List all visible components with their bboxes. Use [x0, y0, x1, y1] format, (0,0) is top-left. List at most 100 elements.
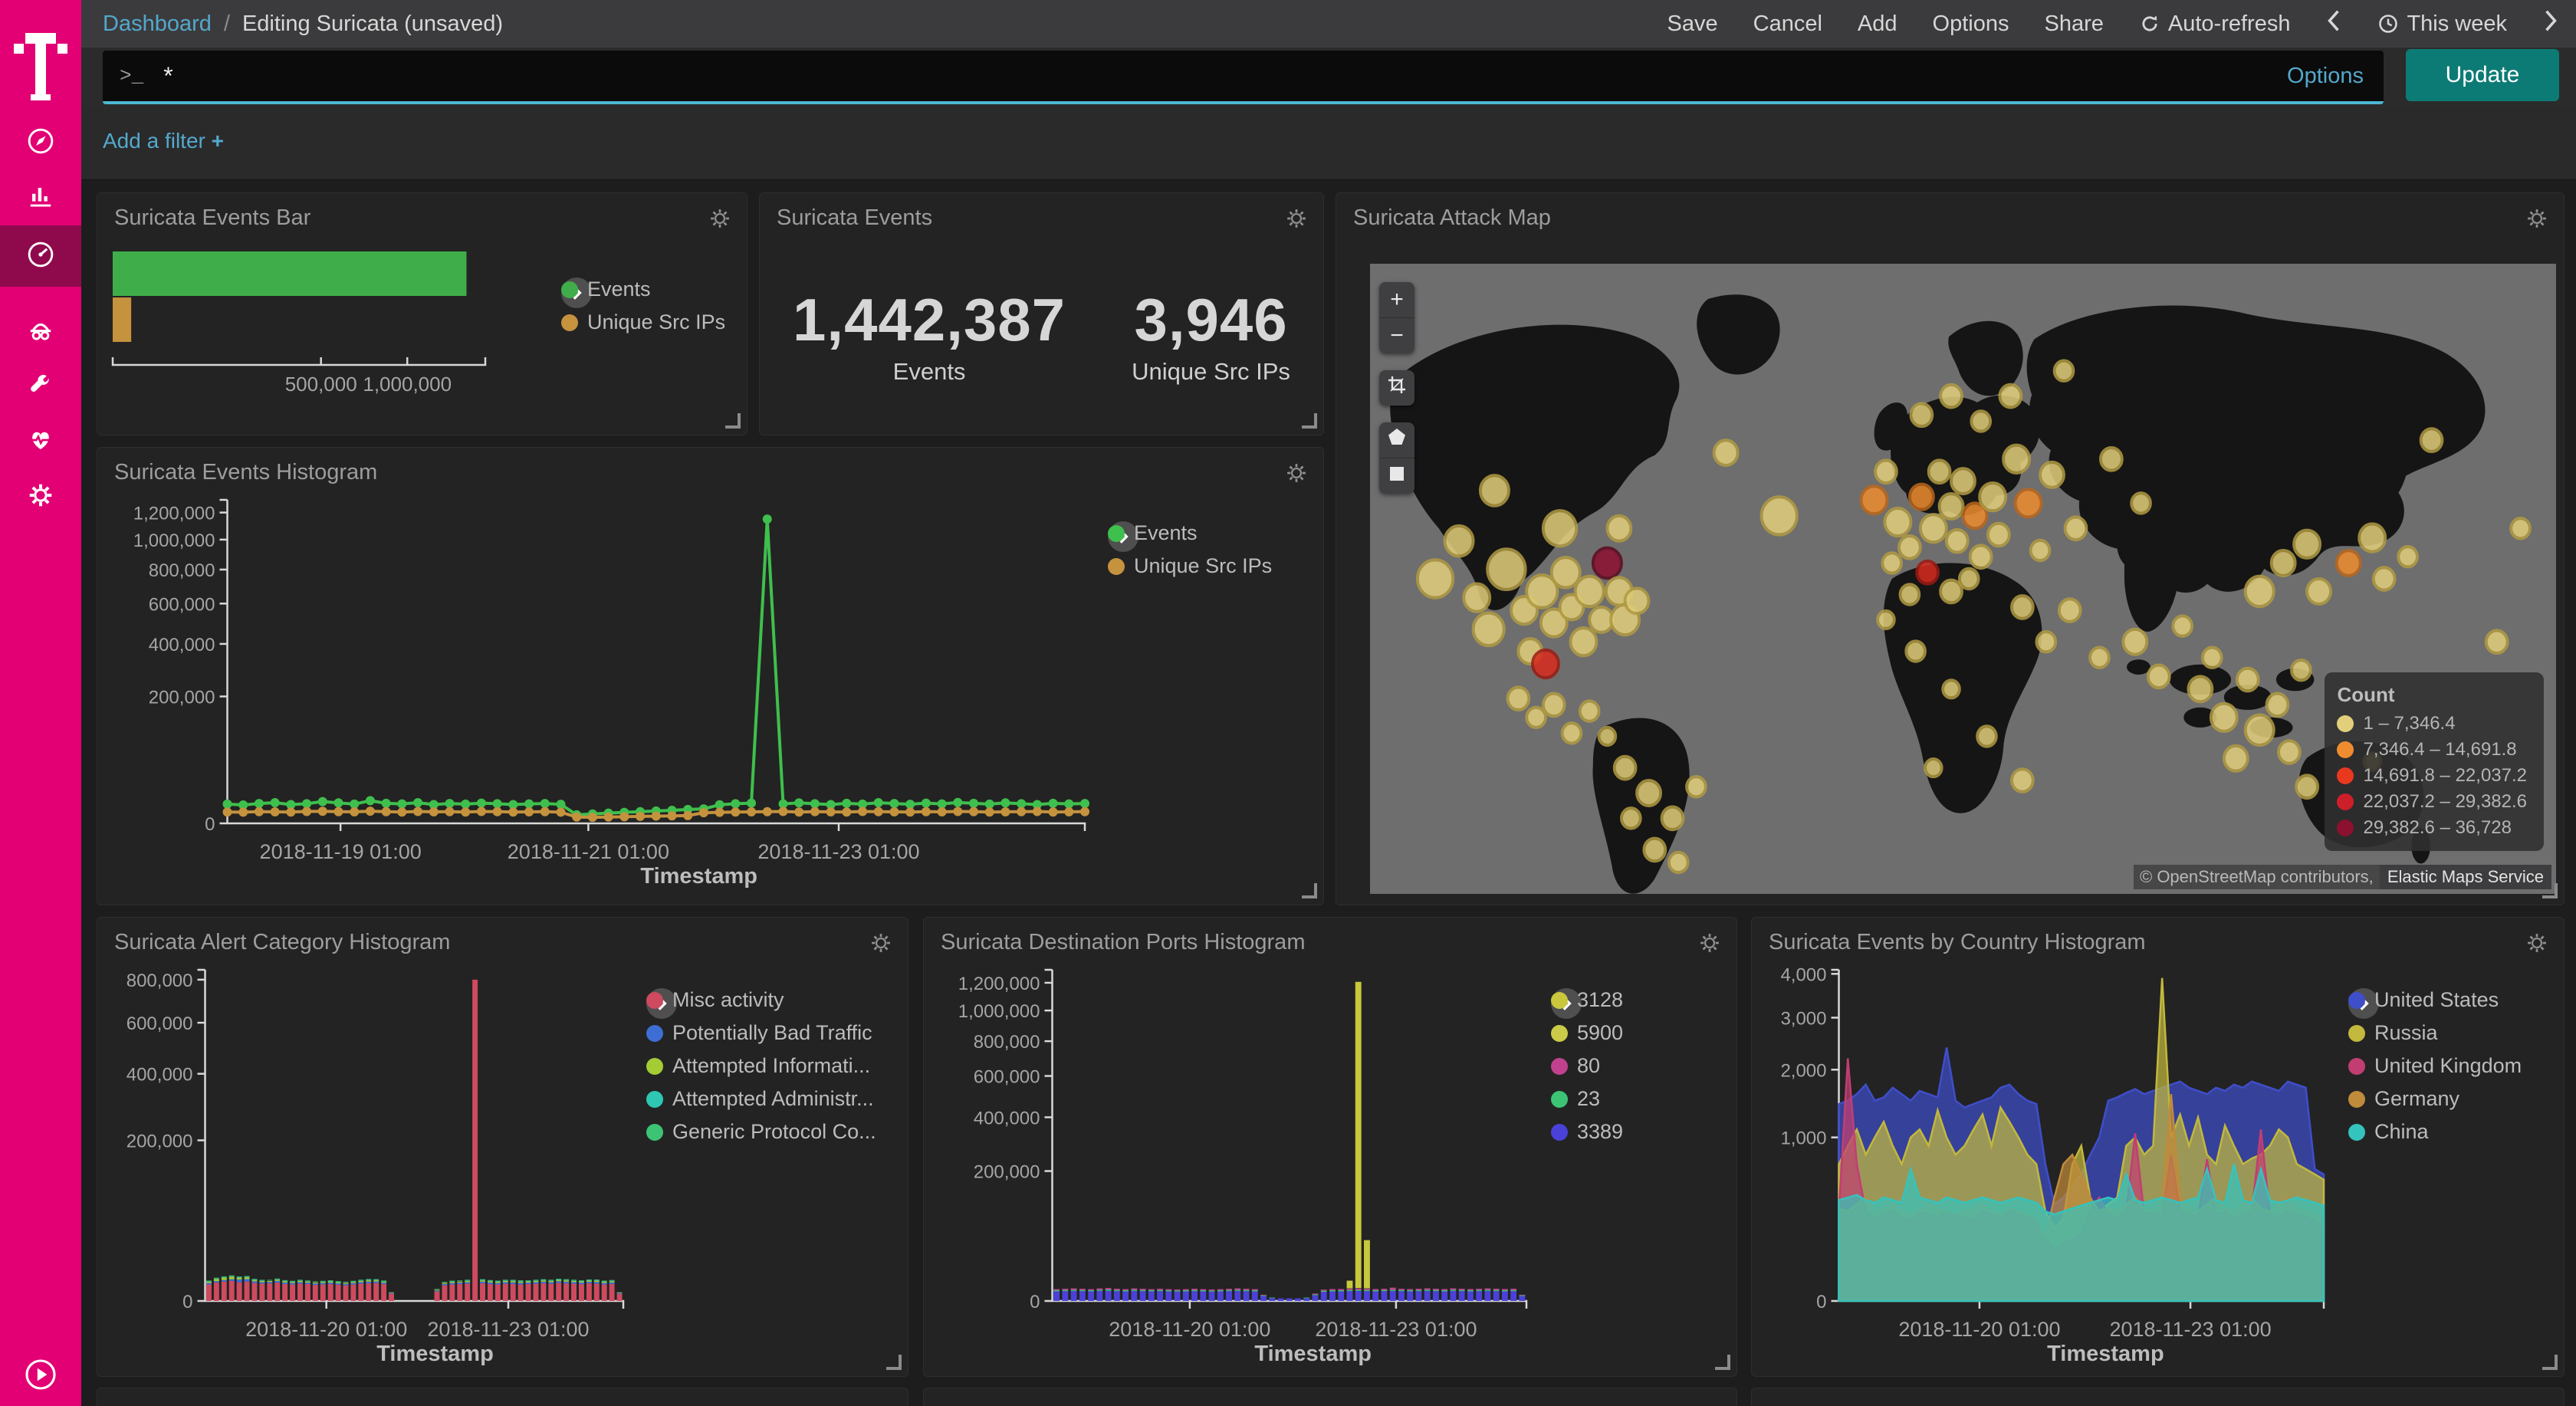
panel-title: Suricata Events Histogram: [114, 460, 377, 485]
plus-icon: +: [212, 129, 224, 153]
map-count-legend: Count 1 – 7,346.47,346.4 – 14,691.814,69…: [2325, 672, 2544, 851]
osm-attribution-link[interactable]: © OpenStreetMap contributors,: [2134, 865, 2380, 889]
svg-text:0: 0: [1030, 1292, 1040, 1312]
legend-label: China: [2374, 1120, 2429, 1144]
auto-refresh-button[interactable]: Auto-refresh: [2139, 11, 2291, 37]
legend-item[interactable]: 80: [1551, 1054, 1623, 1078]
legend-item[interactable]: Germany: [2348, 1087, 2522, 1111]
metric-value: 1,442,387: [793, 285, 1066, 355]
legend-item[interactable]: United States: [2348, 988, 2522, 1012]
wrench-icon: [24, 368, 58, 406]
map-draw-polygon-button[interactable]: [1379, 422, 1414, 458]
legend-item[interactable]: 3128: [1551, 988, 1623, 1012]
update-button[interactable]: Update: [2406, 49, 2559, 101]
legend-item[interactable]: 1 – 7,346.4: [2337, 713, 2527, 734]
legend-color-dot: [561, 314, 578, 331]
sidebar-item-dashboard[interactable]: [0, 225, 81, 287]
heartbeat-icon: [24, 423, 58, 461]
play-circle-icon: [22, 1356, 59, 1397]
panel-gear-icon[interactable]: [868, 930, 894, 960]
panel-gear-icon[interactable]: [1283, 205, 1309, 235]
legend-item[interactable]: Unique Src IPs: [561, 310, 725, 334]
cancel-button[interactable]: Cancel: [1753, 11, 1822, 37]
legend-item[interactable]: Misc activity: [646, 988, 876, 1012]
time-range-picker[interactable]: This week: [2377, 11, 2507, 37]
legend-item[interactable]: 23: [1551, 1087, 1623, 1111]
sidebar-item-discover[interactable]: [0, 115, 81, 170]
legend-label: Misc activity: [672, 988, 784, 1012]
legend-color-dot: [2337, 793, 2354, 810]
svg-text:2018-11-23 01:00: 2018-11-23 01:00: [1315, 1318, 1477, 1341]
legend-label: Potentially Bad Traffic: [672, 1021, 872, 1045]
panel-partial-1: [97, 1388, 909, 1406]
events-bar-chart: 500,0001,000,000: [105, 224, 504, 416]
sidebar-item-monitoring[interactable]: [0, 414, 81, 469]
legend-item[interactable]: 14,691.8 – 22,037.2: [2337, 765, 2527, 787]
legend-item[interactable]: 3389: [1551, 1120, 1623, 1144]
panel-gear-icon[interactable]: [707, 205, 733, 235]
legend-item[interactable]: Events: [561, 278, 725, 301]
crop-icon: [1387, 375, 1407, 401]
ems-attribution-link[interactable]: Elastic Maps Service: [2380, 865, 2551, 889]
panel-gear-icon[interactable]: [2524, 205, 2550, 235]
legend-item[interactable]: 22,037.2 – 29,382.6: [2337, 791, 2527, 813]
telekom-t-logo[interactable]: [0, 0, 81, 132]
sidebar-collapse-button[interactable]: [0, 1356, 81, 1397]
world-map[interactable]: + − Count 1 – 7,346.47,346.4 – 14,691.81…: [1370, 264, 2556, 894]
breadcrumb-dashboard-link[interactable]: Dashboard: [103, 11, 212, 37]
legend-color-dot: [1551, 1025, 1568, 1042]
map-draw-rectangle-button[interactable]: [1379, 458, 1414, 494]
legend-item[interactable]: Generic Protocol Co...: [646, 1120, 876, 1144]
map-fit-bounds-button[interactable]: [1379, 370, 1414, 406]
time-range-next-button[interactable]: [2542, 9, 2559, 38]
legend-item[interactable]: 5900: [1551, 1021, 1623, 1045]
svg-text:400,000: 400,000: [127, 1065, 193, 1086]
filter-bar: Add a filter +: [81, 109, 2576, 180]
legend-item[interactable]: Events: [1108, 521, 1272, 545]
sidebar-item-dev-tools[interactable]: [0, 359, 81, 414]
share-button[interactable]: Share: [2044, 11, 2103, 37]
legend-item[interactable]: Attempted Informati...: [646, 1054, 876, 1078]
legend-item[interactable]: Russia: [2348, 1021, 2522, 1045]
svg-text:800,000: 800,000: [974, 1032, 1040, 1053]
panel-gear-icon[interactable]: [1697, 930, 1723, 960]
panel-gear-icon[interactable]: [2524, 930, 2550, 960]
legend-color-dot: [2337, 715, 2354, 732]
legend-item[interactable]: Unique Src IPs: [1108, 554, 1272, 578]
svg-text:200,000: 200,000: [974, 1162, 1040, 1183]
time-range-prev-button[interactable]: [2325, 9, 2342, 38]
legend-item[interactable]: 7,346.4 – 14,691.8: [2337, 739, 2527, 760]
map-zoom-out-button[interactable]: −: [1379, 318, 1414, 353]
panel-by-country: Suricata Events by Country Histogram 01,…: [1751, 917, 2564, 1377]
add-button[interactable]: Add: [1858, 11, 1898, 37]
sidebar-item-management[interactable]: [0, 469, 81, 524]
query-options-link[interactable]: Options: [2287, 64, 2364, 89]
sidebar-item-visualize[interactable]: [0, 170, 81, 225]
chart-legend: United States Russia United Kingdom Germany…: [2348, 988, 2522, 1144]
legend-item[interactable]: Potentially Bad Traffic: [646, 1021, 876, 1045]
sidebar-item-siem[interactable]: [0, 304, 81, 359]
legend-label: Unique Src IPs: [587, 310, 725, 334]
svg-text:2018-11-19 01:00: 2018-11-19 01:00: [260, 840, 422, 863]
svg-text:500,000: 500,000: [285, 373, 357, 396]
map-zoom-in-button[interactable]: +: [1379, 282, 1414, 318]
search-input[interactable]: >_ * Options: [103, 51, 2384, 104]
legend-item[interactable]: United Kingdom: [2348, 1054, 2522, 1078]
legend-item[interactable]: 29,382.6 – 36,728: [2337, 817, 2527, 839]
svg-text:2018-11-20 01:00: 2018-11-20 01:00: [1898, 1318, 2060, 1341]
legend-label: Generic Protocol Co...: [672, 1120, 876, 1144]
chart-legend: Events Unique Src IPs: [561, 278, 725, 334]
panel-gear-icon[interactable]: [1283, 460, 1309, 490]
panel-partial-3: [1751, 1388, 2564, 1406]
legend-item[interactable]: China: [2348, 1120, 2522, 1144]
svg-text:400,000: 400,000: [974, 1108, 1040, 1128]
legend-label: 7,346.4 – 14,691.8: [2363, 739, 2516, 760]
add-filter-link[interactable]: Add a filter +: [103, 129, 224, 153]
legend-item[interactable]: Attempted Administr...: [646, 1087, 876, 1111]
legend-label: United Kingdom: [2374, 1054, 2522, 1078]
panel-attack-map: Suricata Attack Map + −: [1336, 192, 2564, 905]
save-button[interactable]: Save: [1668, 11, 1718, 37]
svg-text:3,000: 3,000: [1780, 1008, 1826, 1029]
legend-label: 1 – 7,346.4: [2363, 713, 2455, 734]
options-button[interactable]: Options: [1933, 11, 2009, 37]
